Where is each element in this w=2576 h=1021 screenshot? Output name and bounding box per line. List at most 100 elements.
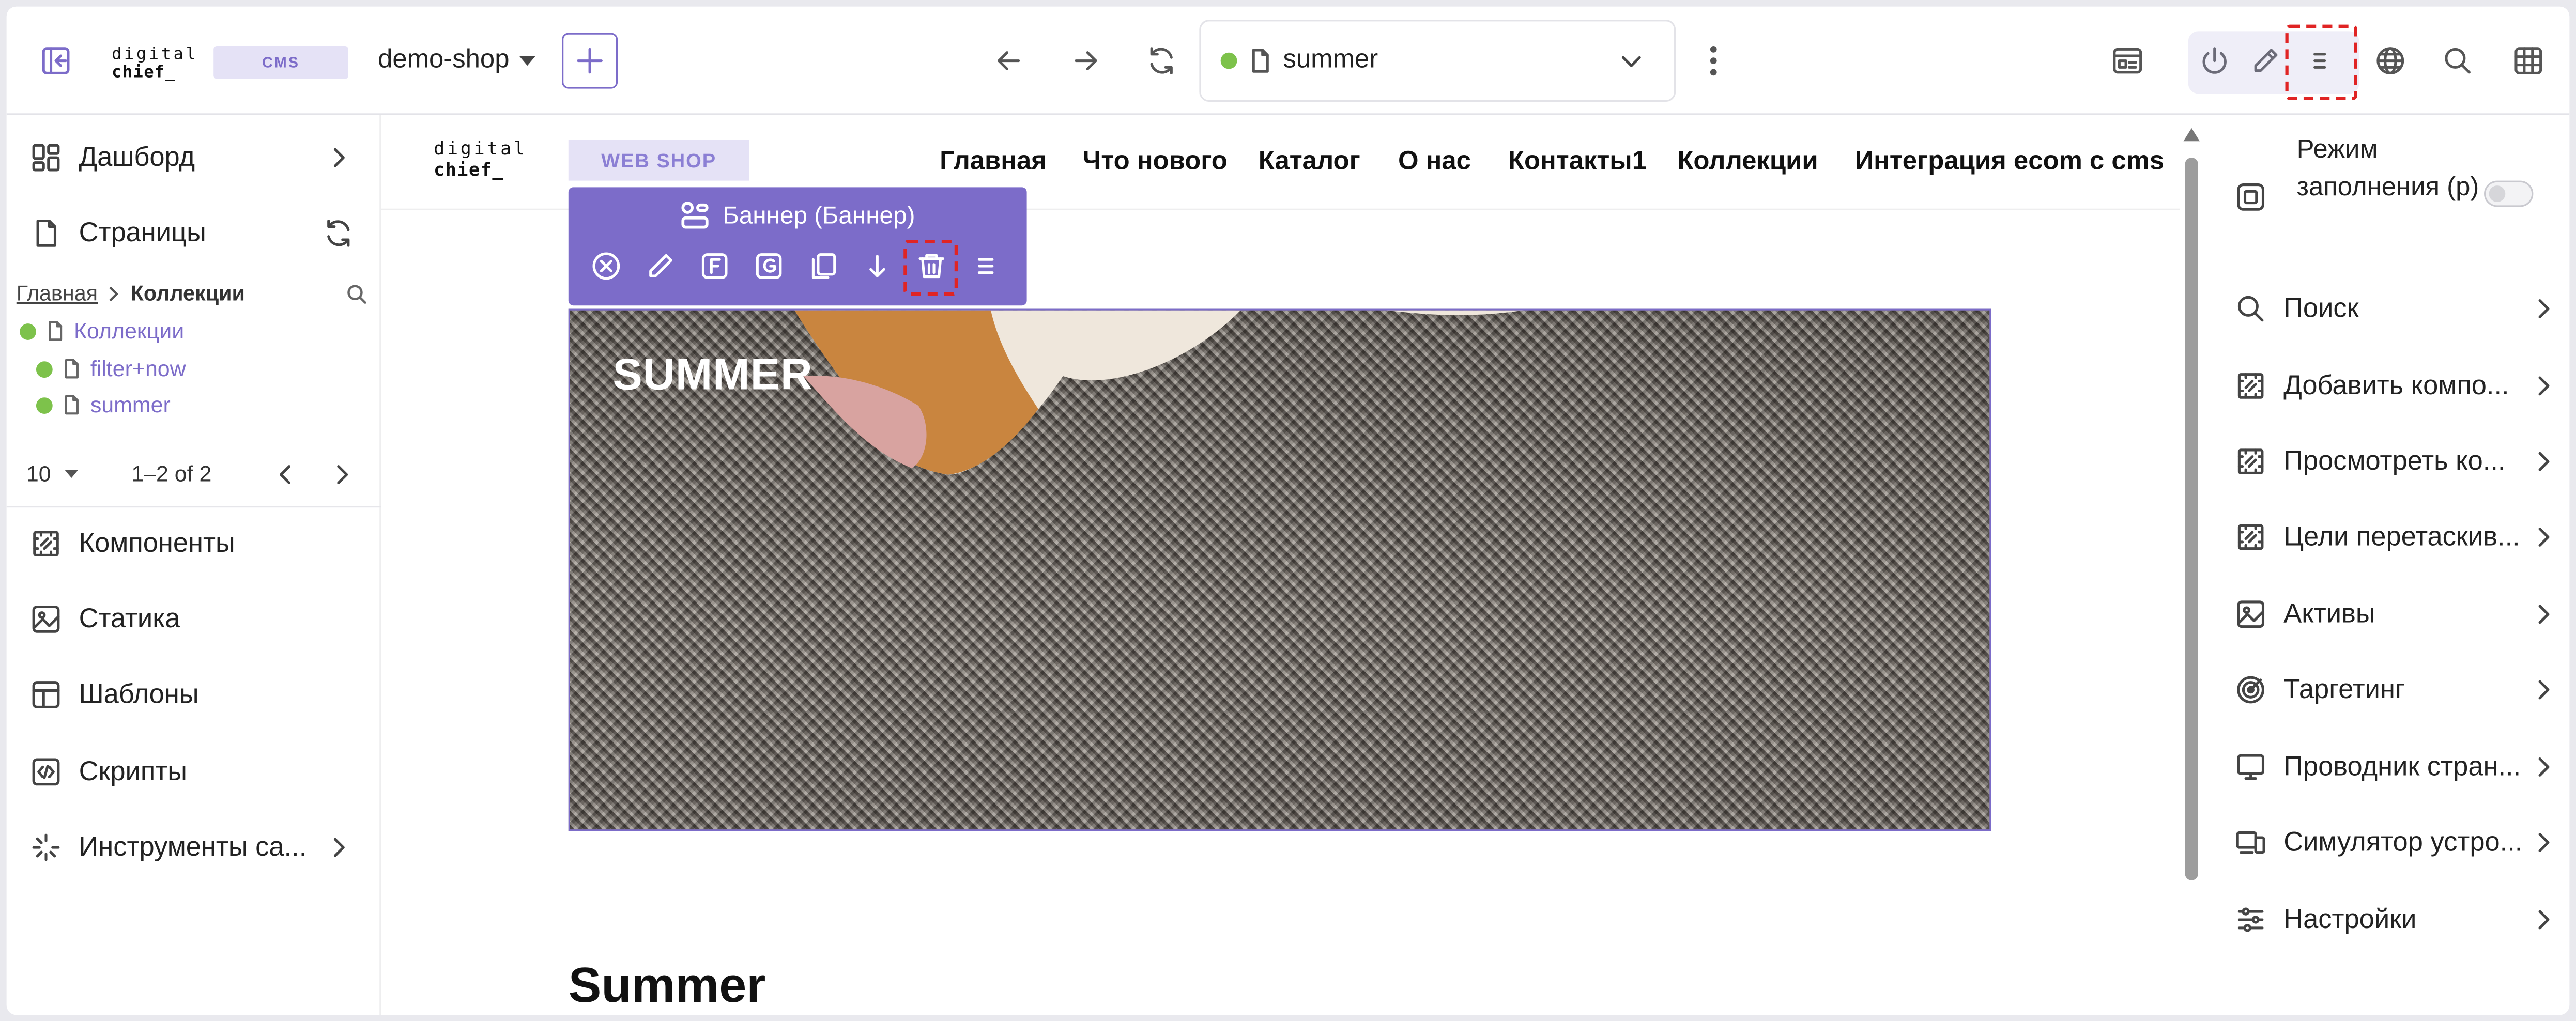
collapse-sidebar-icon[interactable]	[36, 41, 75, 80]
panel-item-settings[interactable]: Настройки	[2201, 887, 2569, 952]
tree-item-filter-now[interactable]: filter+now	[36, 357, 186, 381]
power-icon[interactable]	[2197, 44, 2233, 78]
left-sidebar: Дашборд Страницы Главная Коллекции Колле…	[6, 115, 381, 1015]
chevron-right-icon	[2538, 299, 2550, 319]
page-size-select[interactable]: 10	[26, 461, 79, 486]
banner-component[interactable]: SUMMER	[568, 308, 1991, 831]
move-down-icon[interactable]	[859, 246, 895, 286]
monitor-icon	[2237, 754, 2265, 780]
next-page-icon[interactable]	[329, 461, 355, 488]
refresh-icon[interactable]	[1145, 44, 1178, 78]
component-toolbar-title: Баннер (Баннер)	[569, 200, 1027, 230]
webshop-badge: WEB SHOP	[568, 140, 749, 181]
copy-icon[interactable]	[805, 246, 841, 286]
sidebar-item-label: Скрипты	[79, 756, 188, 786]
chevron-right-icon	[333, 838, 345, 857]
sidebar-item-scripts[interactable]: Скрипты	[7, 739, 381, 805]
globe-icon[interactable]	[2372, 44, 2409, 78]
target-icon	[2237, 676, 2265, 704]
panel-item-assets[interactable]: Активы	[2201, 581, 2569, 647]
tree-item-label: summer	[90, 392, 171, 417]
site-logo-line-1: digital	[434, 137, 527, 160]
site-nav-about[interactable]: О нас	[1398, 148, 1471, 177]
site-nav-catalog[interactable]: Каталог	[1259, 148, 1360, 177]
f-icon[interactable]	[697, 246, 733, 286]
status-dot	[20, 322, 36, 339]
site-logo-line-2: chief_	[434, 159, 504, 181]
panel-item-search[interactable]: Поиск	[2201, 276, 2569, 342]
tree-item-label: Коллекции	[74, 318, 185, 344]
tree-item-collections[interactable]: Коллекции	[20, 318, 185, 344]
back-icon[interactable]	[992, 44, 1025, 78]
more-vertical-icon[interactable]	[1699, 41, 1728, 80]
tree-item-summer[interactable]: summer	[36, 393, 171, 417]
panel-item-view-components[interactable]: Просмотреть ко...	[2201, 429, 2569, 494]
breadcrumb-root[interactable]: Главная	[17, 281, 98, 306]
site-selector[interactable]: demo-shop	[378, 43, 536, 79]
site-logo[interactable]: digital chief_	[434, 138, 527, 181]
preview-scrollbar-thumb[interactable]	[2185, 158, 2198, 880]
chevron-right-icon	[2538, 452, 2550, 471]
site-selector-label: demo-shop	[378, 45, 510, 74]
g-icon[interactable]	[751, 246, 787, 286]
sidebar-item-tools[interactable]: Инструменты са...	[7, 815, 381, 880]
sidebar-item-label: Дашборд	[79, 142, 195, 172]
chevron-down-icon[interactable]	[1618, 48, 1645, 74]
edit-icon[interactable]	[642, 246, 679, 286]
panel-item-label: Таргетинг	[2283, 674, 2405, 704]
sidebar-item-pages[interactable]: Страницы	[7, 200, 381, 266]
chevron-right-icon	[2538, 910, 2550, 930]
close-icon[interactable]	[588, 246, 624, 286]
refresh-icon[interactable]	[322, 217, 355, 250]
page-icon	[49, 321, 63, 341]
panel-item-label: Цели перетаскив...	[2283, 521, 2520, 551]
site-nav-home[interactable]: Главная	[940, 148, 1047, 177]
sidebar-item-components[interactable]: Компоненты	[7, 511, 381, 577]
grid-icon[interactable]	[2510, 44, 2547, 78]
edit-pencil-icon[interactable]	[2247, 44, 2283, 78]
panel-item-drop-targets[interactable]: Цели перетаскив...	[2201, 504, 2569, 570]
panel-item-targeting[interactable]: Таргетинг	[2201, 657, 2569, 722]
page-icon	[65, 395, 79, 415]
dashboard-icon	[32, 144, 60, 172]
panel-item-device-simulator[interactable]: Симулятор устро...	[2201, 810, 2569, 875]
delete-highlight-box	[903, 240, 958, 296]
menu-icon[interactable]	[968, 246, 1004, 286]
devices-icon	[2236, 831, 2265, 854]
site-nav-collections[interactable]: Коллекции	[1677, 148, 1818, 177]
panel-item-label: Симулятор устро...	[2283, 827, 2523, 857]
panel-item-page-explorer[interactable]: Проводник стран...	[2201, 734, 2569, 800]
chevron-right-icon	[2538, 605, 2550, 624]
sidebar-item-templates[interactable]: Шаблоны	[7, 662, 381, 728]
page-size-value: 10	[26, 461, 51, 486]
scroll-up-icon[interactable]	[2183, 128, 2200, 142]
sidebar-item-label: Статика	[79, 604, 180, 633]
chevron-right-icon	[2538, 527, 2550, 547]
panel-item-add-component[interactable]: Добавить компо...	[2201, 353, 2569, 419]
component-toolbar-label: Баннер (Баннер)	[723, 201, 915, 229]
image-icon	[32, 605, 60, 633]
panel-item-label: Настройки	[2283, 904, 2417, 934]
panel-item-label: Активы	[2283, 598, 2375, 628]
sidebar-item-label: Шаблоны	[79, 679, 199, 709]
fill-mode-toggle[interactable]	[2483, 180, 2534, 207]
chevron-right-icon	[333, 148, 345, 167]
component-icon	[2237, 448, 2264, 474]
site-nav-contacts[interactable]: Контакты1	[1508, 148, 1647, 177]
panel-item-label: Поиск	[2283, 293, 2359, 323]
address-bar[interactable]: summer	[1199, 20, 1676, 102]
panel-item-label: Просмотреть ко...	[2283, 445, 2506, 476]
prev-page-icon[interactable]	[273, 461, 299, 488]
forward-icon[interactable]	[1069, 44, 1102, 78]
search-tree-icon[interactable]	[345, 283, 368, 306]
search-icon[interactable]	[2440, 44, 2476, 78]
sidebar-item-dashboard[interactable]: Дашборд	[7, 125, 381, 191]
sidebar-item-label: Страницы	[79, 218, 206, 247]
site-nav-whats-new[interactable]: Что нового	[1083, 148, 1228, 177]
layout-icon[interactable]	[2109, 44, 2145, 78]
site-nav-ecom-integration[interactable]: Интеграция ecom с cms	[1855, 148, 2165, 177]
add-button[interactable]	[562, 33, 618, 89]
sidebar-item-static[interactable]: Статика	[7, 586, 381, 652]
plus-icon	[577, 48, 603, 74]
page-icon	[65, 359, 79, 379]
